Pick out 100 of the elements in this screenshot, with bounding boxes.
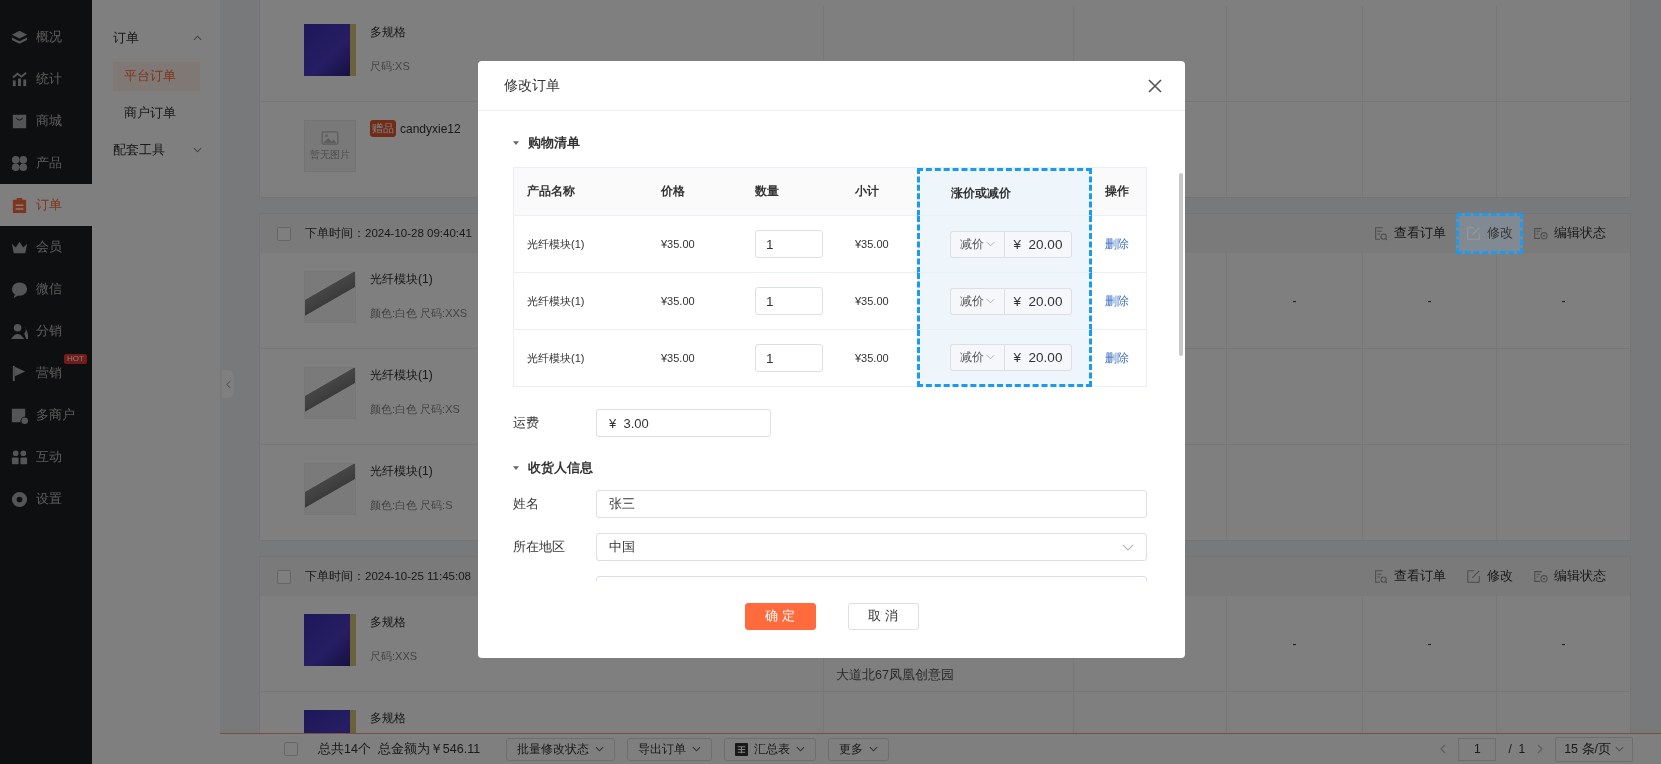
nav-item[interactable]: 微信 — [0, 268, 92, 310]
order-action-button[interactable]: 编辑状态 — [1523, 213, 1616, 254]
order-action-button[interactable]: 编辑状态 — [1523, 556, 1616, 597]
table-icon — [735, 742, 749, 756]
delete-link[interactable]: 删除 — [1105, 292, 1129, 310]
address-text: 大道北67凤凰创意园 — [836, 667, 954, 684]
column-header: 价格 — [648, 168, 742, 216]
table-cell: - — [1292, 636, 1297, 651]
photo-placeholder — [304, 367, 356, 419]
subtotal-text: ¥35.00 — [855, 352, 889, 364]
gift-tag: 赠品 — [370, 120, 396, 137]
caret-icon — [595, 746, 605, 752]
price-text: ¥35.00 — [661, 295, 695, 307]
checkbox[interactable] — [284, 742, 298, 756]
column-header: 小计 — [842, 168, 917, 216]
nav-item[interactable]: 概况 — [0, 16, 92, 58]
scrollbar-thumb[interactable] — [1179, 173, 1183, 356]
table-cell: - — [1427, 636, 1432, 651]
image-icon — [321, 130, 339, 145]
checkbox[interactable] — [277, 226, 291, 241]
input-field[interactable]: 张三 — [596, 490, 1147, 518]
chevron-down-icon — [1122, 543, 1134, 551]
subtotal-text: ¥35.00 — [855, 295, 889, 307]
caret-icon — [692, 746, 702, 752]
quantity-field[interactable]: 1 — [755, 230, 823, 258]
caret-icon — [986, 241, 995, 247]
menu-group[interactable]: 配套工具 — [113, 136, 210, 164]
dropdown-button[interactable]: 导出订单 — [627, 737, 713, 761]
column-header: 产品名称 — [514, 168, 648, 216]
product-name: 光纤模块(1) — [527, 236, 585, 252]
page-input[interactable]: 1 — [1458, 737, 1497, 761]
delete-link[interactable]: 删除 — [1105, 235, 1129, 253]
shipping-field[interactable]: ¥ 3.00 — [596, 409, 771, 437]
nav-item[interactable]: 统计 — [0, 58, 92, 100]
delete-link[interactable]: 删除 — [1105, 349, 1129, 367]
caret-icon — [869, 746, 879, 752]
select-field[interactable]: 中国 — [596, 533, 1147, 561]
adjust-type-select[interactable]: 减价 — [950, 287, 1004, 315]
amount-field[interactable]: ¥ 20.00 — [1004, 343, 1072, 371]
nav-item[interactable]: 多商户 — [0, 394, 92, 436]
caret-icon — [986, 298, 995, 304]
confirm-button[interactable]: 确 定 — [744, 603, 816, 630]
cancel-button[interactable]: 取 消 — [847, 603, 919, 630]
product-name: 光纤模块(1) — [527, 293, 585, 309]
table-cell: - — [1292, 293, 1297, 308]
page-total: / 1 — [1508, 742, 1526, 756]
dropdown-button[interactable]: 批量修改状态 — [506, 737, 616, 761]
nav-item[interactable]: 营销 HOT — [0, 352, 92, 394]
table-cell: - — [1561, 293, 1566, 308]
page-size-select[interactable]: 15 条/页 — [1555, 736, 1633, 762]
section-title: 购物清单 — [528, 134, 580, 152]
field-label: 所在地区 — [513, 539, 565, 554]
dropdown-button[interactable]: 更多 — [828, 737, 890, 761]
checkbox[interactable] — [277, 569, 291, 584]
menu-item[interactable]: 商户订单 — [113, 99, 200, 128]
document-settings-icon — [1533, 569, 1548, 584]
amount-field[interactable]: ¥ 20.00 — [1004, 287, 1072, 315]
nav-item[interactable]: 产品 — [0, 142, 92, 184]
close-icon[interactable] — [1148, 78, 1162, 93]
caret-icon — [986, 354, 995, 360]
quantity-field[interactable]: 1 — [755, 344, 823, 372]
nav-item[interactable]: 分销 — [0, 310, 92, 352]
menu-group[interactable]: 订单 — [113, 24, 210, 52]
order-action-button[interactable]: 修改 — [1456, 556, 1523, 597]
order-action-button[interactable]: 查看订单 — [1363, 213, 1456, 254]
product-name: candyxie12 — [400, 121, 461, 136]
photo-placeholder — [304, 463, 356, 515]
chevron-left-icon[interactable] — [1440, 744, 1447, 754]
adjust-type-select[interactable]: 减价 — [950, 230, 1004, 258]
section-title: 收货人信息 — [528, 459, 593, 477]
chevron-left-icon — [225, 379, 231, 389]
order-time: 下单时间：2024-10-28 09:40:41 — [305, 226, 472, 241]
order-action-button[interactable]: 查看订单 — [1363, 556, 1456, 597]
dropdown-button[interactable]: 汇总表 — [724, 737, 817, 761]
quantity-field[interactable]: 1 — [755, 287, 823, 315]
column-header: 数量 — [742, 168, 842, 216]
document-settings-icon — [1533, 226, 1548, 241]
column-header: 操作 — [1092, 168, 1146, 216]
product-name: 多规格 — [370, 710, 406, 727]
order-time: 下单时间：2024-10-25 11:45:08 — [305, 569, 471, 584]
collapse-handle[interactable] — [222, 370, 234, 398]
edit-icon — [1466, 569, 1481, 584]
user-icon — [10, 321, 29, 341]
caret-icon — [796, 746, 806, 752]
product-name: 多规格 — [370, 614, 406, 631]
adjust-type-select[interactable]: 减价 — [950, 343, 1004, 371]
caret-icon[interactable] — [513, 141, 519, 145]
order-action-button[interactable]: 修改 — [1456, 213, 1523, 254]
amount-field[interactable]: ¥ 20.00 — [1004, 230, 1072, 258]
chevron-right-icon[interactable] — [1537, 744, 1544, 754]
caret-icon[interactable] — [513, 466, 519, 470]
nav-item[interactable]: 会员 — [0, 226, 92, 268]
users-icon — [10, 447, 29, 467]
document-search-icon — [1373, 569, 1388, 584]
nav-item[interactable]: 设置 — [0, 478, 92, 520]
column-header: 涨价或减价 — [917, 168, 1092, 216]
nav-item[interactable]: 商城 — [0, 100, 92, 142]
nav-item[interactable]: 互动 — [0, 436, 92, 478]
caret-icon — [1615, 746, 1624, 752]
document-search-icon — [1373, 226, 1388, 241]
